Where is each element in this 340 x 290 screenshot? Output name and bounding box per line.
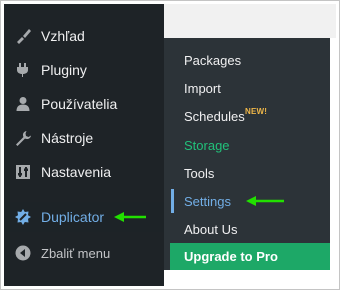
submenu-item-label: Settings [184, 193, 231, 209]
sidebar-item-tools[interactable]: Nástroje [4, 123, 164, 153]
sidebar-item-appearance[interactable]: Vzhľad [4, 21, 164, 51]
plugin-icon [14, 61, 32, 79]
submenu-item-schedules[interactable]: Schedules NEW! [164, 102, 330, 130]
admin-sidebar: Vzhľad Pluginy Používatelia Nástroje Nas… [4, 4, 164, 286]
admin-content-strip [164, 4, 336, 38]
submenu-item-label: Schedules [184, 108, 245, 124]
upgrade-label: Upgrade to Pro [184, 249, 278, 264]
sidebar-item-settings[interactable]: Nastavenia [4, 157, 164, 187]
sidebar-item-label: Vzhľad [41, 28, 85, 44]
sidebar-item-users[interactable]: Používatelia [4, 89, 164, 119]
submenu-item-label: Import [184, 80, 221, 96]
submenu-item-storage[interactable]: Storage [164, 131, 330, 159]
wrench-icon [14, 129, 32, 147]
submenu-item-label: Packages [184, 52, 242, 68]
annotation-arrow-settings-icon [246, 196, 284, 206]
submenu-item-label: About Us [184, 221, 238, 237]
duplicator-icon [14, 208, 32, 226]
annotation-arrow-duplicator-icon [114, 212, 146, 222]
submenu-item-label: Tools [184, 165, 215, 181]
submenu-item-tools[interactable]: Tools [164, 159, 330, 187]
sidebar-item-label: Používatelia [41, 96, 118, 112]
sidebar-item-label: Duplicator [41, 209, 105, 225]
brush-icon [14, 27, 32, 45]
sidebar-item-label: Pluginy [41, 62, 87, 78]
collapse-arrow-icon [14, 244, 32, 262]
sidebar-item-label: Nástroje [41, 130, 94, 146]
submenu-item-packages[interactable]: Packages [164, 46, 330, 74]
submenu-item-label: Storage [184, 137, 230, 153]
duplicator-submenu: Packages Import Schedules NEW! Storage T… [164, 38, 330, 270]
user-icon [14, 95, 32, 113]
sidebar-item-plugins[interactable]: Pluginy [4, 55, 164, 85]
sidebar-item-label: Nastavenia [41, 164, 112, 180]
new-badge: NEW! [245, 107, 268, 116]
submenu-item-about-us[interactable]: About Us [164, 215, 330, 243]
collapse-menu-button[interactable]: Zbaliť menu [4, 238, 164, 268]
submenu-item-import[interactable]: Import [164, 74, 330, 102]
collapse-menu-label: Zbaliť menu [41, 245, 111, 261]
upgrade-to-pro-button[interactable]: Upgrade to Pro [170, 243, 330, 270]
settings-sliders-icon [14, 163, 32, 181]
